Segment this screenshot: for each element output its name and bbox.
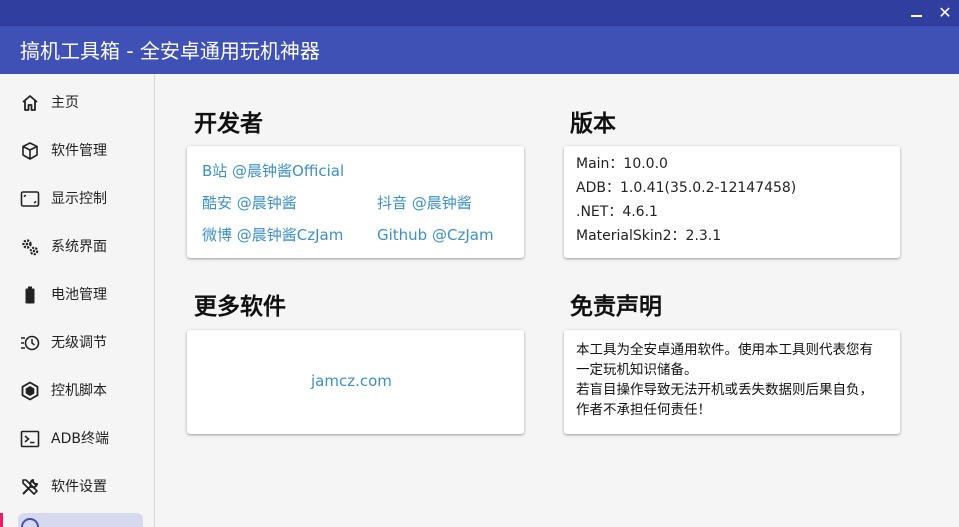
title-bar: 搞机工具箱 - 全安卓通用玩机神器 ✕ [0,0,959,74]
minimize-button[interactable] [906,4,928,22]
disclaimer-text: 本工具为全安卓通用软件。使用本工具则代表您有 一定玩机知识储备。 若盲目操作导致… [576,340,896,420]
more-software-title: 更多软件 [194,294,286,320]
sidebar-item-software[interactable]: 软件管理 [0,126,154,174]
slider-icon [21,335,40,351]
version-main: Main：10.0.0 [576,156,668,172]
package-icon [22,142,38,160]
sidebar-item-label: 软件管理 [51,143,107,159]
tools-icon [22,479,38,495]
display-icon [20,191,40,207]
disclaimer-card: 本工具为全安卓通用软件。使用本工具则代表您有 一定玩机知识储备。 若盲目操作导致… [564,330,900,434]
bilibili-link[interactable]: B站 @晨钟酱Official [202,161,344,181]
version-adb: ADB：1.0.41(35.0.2-12147458) [576,180,797,196]
sidebar-item-display[interactable]: 显示控制 [0,174,154,222]
close-button[interactable]: ✕ [934,4,956,22]
douyin-link[interactable]: 抖音 @晨钟酱 [377,193,472,213]
info-icon [21,518,39,527]
version-title: 版本 [570,111,616,137]
version-card: Main：10.0.0 ADB：1.0.41(35.0.2-12147458) … [564,146,900,258]
disclaimer-line: 本工具为全安卓通用软件。使用本工具则代表您有 [576,342,873,358]
disclaimer-line: 若盲目操作导致无法开机或丢失数据则后果自负， [576,382,873,398]
github-link[interactable]: Github @CzJam [377,225,494,245]
about-panel: 开发者 B站 @晨钟酱Official 酷安 @晨钟酱 抖音 @晨钟酱 微博 @… [156,74,959,527]
sidebar: 主页 软件管理 显示控制 系统界面 电池管理 无级调节 控机脚本 ADB终端 软… [0,74,155,527]
sidebar-item-settings[interactable]: 软件设置 [0,462,154,510]
sidebar-item-label: 控机脚本 [51,383,107,399]
website-link[interactable]: jamcz.com [311,371,392,391]
sidebar-item-label: 电池管理 [51,287,107,303]
sidebar-item-scripts[interactable]: 控机脚本 [0,366,154,414]
disclaimer-line: 作者不承担任何责任！ [576,402,711,418]
sidebar-item-label: 无级调节 [51,335,107,351]
sidebar-item-stepless[interactable]: 无级调节 [0,318,154,366]
home-icon [22,95,38,111]
version-materialskin: MaterialSkin2：2.3.1 [576,228,722,244]
coolapk-link[interactable]: 酷安 @晨钟酱 [202,193,297,213]
sidebar-item-label: ADB终端 [51,431,109,447]
developer-title: 开发者 [194,111,263,137]
sidebar-item-home[interactable]: 主页 [0,78,154,126]
hexagon-icon [21,381,39,401]
active-marker [0,513,3,527]
disclaimer-title: 免责声明 [570,294,662,320]
sidebar-item-system-ui[interactable]: 系统界面 [0,222,154,270]
more-software-card: jamcz.com [187,330,524,434]
title-bar-strip [0,0,959,26]
weibo-link[interactable]: 微博 @晨钟酱CzJam [202,225,343,245]
window-title: 搞机工具箱 - 全安卓通用玩机神器 [20,39,320,63]
sidebar-item-adb-terminal[interactable]: ADB终端 [0,414,154,462]
battery-icon [25,286,35,304]
version-dotnet: .NET：4.6.1 [576,204,658,220]
sidebar-item-label: 主页 [51,95,79,111]
terminal-icon [20,430,40,448]
disclaimer-line: 一定玩机知识储备。 [576,362,698,378]
sidebar-item-label: 显示控制 [51,191,107,207]
developer-card: B站 @晨钟酱Official 酷安 @晨钟酱 抖音 @晨钟酱 微博 @晨钟酱C… [187,146,524,258]
gears-icon [22,239,39,256]
sidebar-item-label: 系统界面 [51,239,107,255]
sidebar-item-label: 软件设置 [51,479,107,495]
sidebar-item-battery[interactable]: 电池管理 [0,270,154,318]
